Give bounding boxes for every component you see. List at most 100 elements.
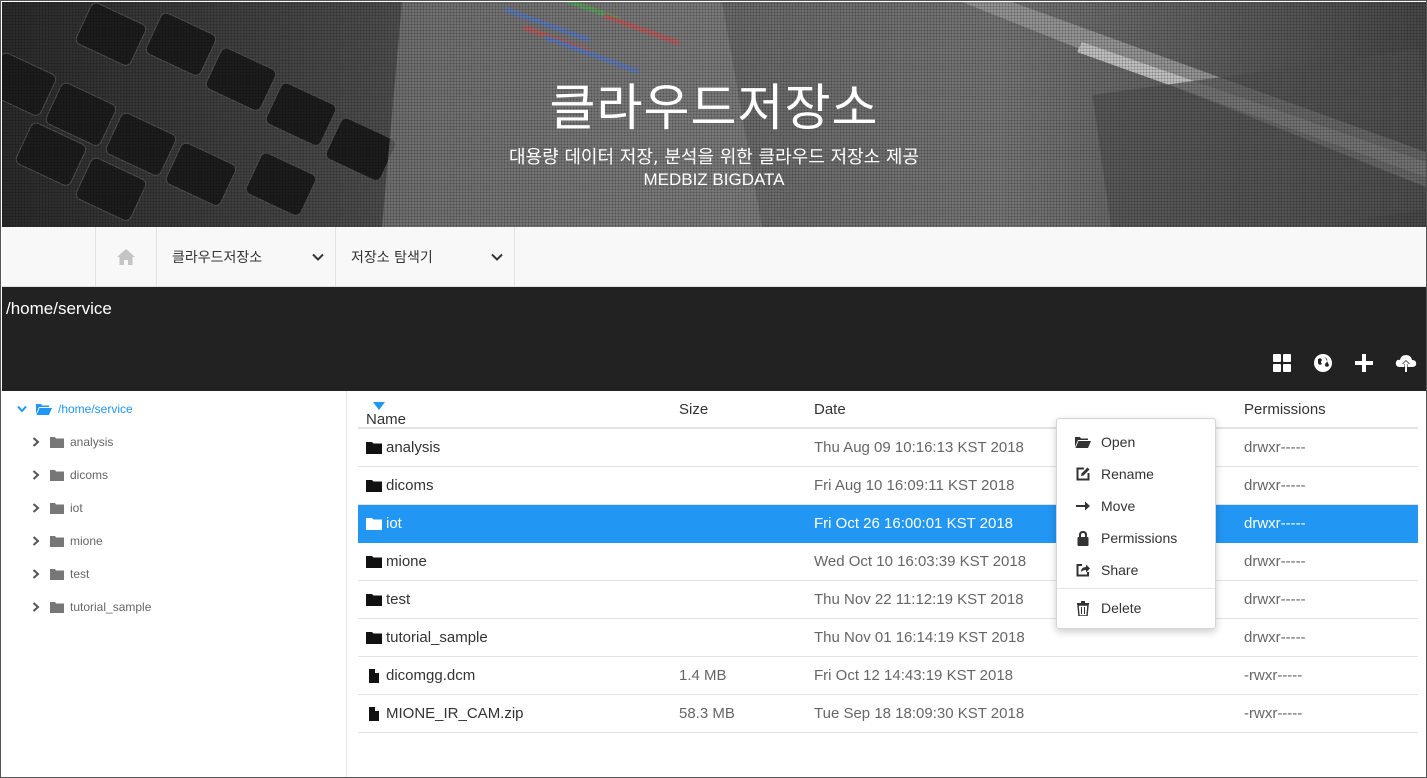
context-menu-permissions[interactable]: Permissions [1057,525,1215,551]
context-menu: Open Rename Move Permissions Share Delet… [1056,418,1216,629]
context-menu-open[interactable]: Open [1057,429,1215,455]
folder-icon [50,469,64,481]
file-name: MIONE_IR_CAM.zip [386,705,524,722]
table-row[interactable]: dicoms Fri Aug 10 16:09:11 KST 2018 drwx… [358,467,1418,505]
folder-icon [50,502,64,514]
file-permissions: -rwxr----- [1244,667,1303,684]
file-date: Fri Aug 10 16:09:11 KST 2018 [814,477,1015,494]
folder-icon [50,568,64,580]
grid-view-icon[interactable] [1270,351,1294,375]
file-size: 1.4 MB [679,667,727,684]
app-frame: 클라우드저장소 대용량 데이터 저장, 분석을 위한 클라우드 저장소 제공 M… [0,0,1427,778]
storage-explorer-dropdown-label: 저장소 탐색기 [351,250,433,266]
share-icon [1075,563,1091,577]
globe-icon[interactable] [1311,351,1335,375]
file-date: Fri Oct 12 14:43:19 KST 2018 [814,667,1014,684]
chevron-right-icon[interactable] [28,437,44,447]
chevron-right-icon[interactable] [28,569,44,579]
table-row-selected[interactable]: iot Fri Oct 26 16:00:01 KST 2018 drwxr--… [358,505,1418,543]
file-date: Thu Nov 01 16:14:19 KST 2018 [814,629,1025,646]
folder-icon [50,436,64,448]
folder-icon [366,555,382,568]
sort-desc-icon [373,402,385,410]
context-menu-rename[interactable]: Rename [1057,461,1215,487]
size-column-header[interactable]: Size [679,401,708,418]
tree-item-label: analysis [70,435,114,449]
folder-icon [366,441,382,454]
tree-item-label: mione [70,534,103,548]
file-permissions: drwxr----- [1244,591,1306,608]
name-column-label: Name [366,411,407,428]
permissions-column-header[interactable]: Permissions [1244,401,1326,418]
chevron-down-icon[interactable] [14,405,30,413]
path-toolbar: /home/service [2,287,1426,391]
arrow-right-icon [1075,500,1091,512]
tree-item-label: iot [70,501,83,515]
table-row[interactable]: MIONE_IR_CAM.zip 58.3 MB Tue Sep 18 18:0… [358,695,1418,733]
file-permissions: drwxr----- [1244,629,1306,646]
chevron-right-icon[interactable] [28,470,44,480]
table-row[interactable]: analysis Thu Aug 09 10:16:13 KST 2018 dr… [358,429,1418,467]
tree-root-label: /home/service [58,402,133,416]
tree-item-label: test [70,567,90,581]
cloud-storage-dropdown[interactable]: 클라우드저장소 [157,227,336,287]
edit-icon [1075,467,1091,481]
context-menu-label: Move [1101,498,1136,514]
context-menu-share[interactable]: Share [1057,557,1215,583]
home-button[interactable] [95,227,157,287]
file-name: test [386,591,411,608]
table-row[interactable]: test Thu Nov 22 11:12:19 KST 2018 drwxr-… [358,581,1418,619]
file-table: Name Size Date Permissions analysis Thu … [358,391,1418,777]
table-row[interactable]: dicomgg.dcm 1.4 MB Fri Oct 12 14:43:19 K… [358,657,1418,695]
name-column-header[interactable]: Name [366,401,406,428]
context-menu-label: Share [1101,562,1139,578]
file-size: 58.3 MB [679,705,735,722]
table-row[interactable]: mione Wed Oct 10 16:03:39 KST 2018 drwxr… [358,543,1418,581]
folder-icon [366,631,382,644]
context-menu-label: Permissions [1101,530,1178,546]
file-name: iot [386,515,402,532]
tree-item-iot[interactable]: iot [28,498,83,518]
file-name: dicomgg.dcm [386,667,476,684]
chevron-down-icon [312,253,324,261]
chevron-right-icon[interactable] [28,602,44,612]
folder-icon [366,479,382,492]
top-navbar: 클라우드저장소 저장소 탐색기 [2,227,1426,287]
cloud-upload-icon[interactable] [1394,351,1418,375]
chevron-right-icon[interactable] [28,536,44,546]
hero-banner: 클라우드저장소 대용량 데이터 저장, 분석을 위한 클라우드 저장소 제공 M… [2,2,1426,227]
file-date: Tue Sep 18 18:09:30 KST 2018 [814,705,1025,722]
chevron-right-icon[interactable] [28,503,44,513]
banner-title: 클라우드저장소 [549,79,879,137]
banner-brand: MEDBIZ BIGDATA [643,170,785,189]
chevron-down-icon [491,253,503,261]
context-menu-divider [1057,588,1215,589]
file-name: mione [386,553,427,570]
storage-explorer-dropdown[interactable]: 저장소 탐색기 [336,227,515,287]
file-permissions: drwxr----- [1244,477,1306,494]
file-name: tutorial_sample [386,629,488,646]
tree-item-mione[interactable]: mione [28,531,103,551]
file-name: analysis [386,439,441,456]
file-date: Wed Oct 10 16:03:39 KST 2018 [814,553,1027,570]
context-menu-label: Rename [1101,466,1154,482]
folder-tree: /home/service analysis dicoms iot mione … [2,391,347,777]
plus-icon[interactable] [1352,351,1376,375]
tree-item-label: tutorial_sample [70,600,152,614]
tree-item-tutorial-sample[interactable]: tutorial_sample [28,597,151,617]
tree-item-dicoms[interactable]: dicoms [28,465,108,485]
lock-icon [1075,530,1091,546]
context-menu-move[interactable]: Move [1057,493,1215,519]
folder-icon [366,517,382,530]
tree-item-root[interactable]: /home/service [14,399,133,419]
table-row[interactable]: tutorial_sample Thu Nov 01 16:14:19 KST … [358,619,1418,657]
table-header: Name Size Date Permissions [358,391,1418,429]
file-date: Fri Oct 26 16:00:01 KST 2018 [814,515,1014,532]
tree-item-test[interactable]: test [28,564,89,584]
home-icon [117,249,135,265]
cloud-storage-dropdown-label: 클라우드저장소 [172,250,263,266]
folder-icon [50,535,64,547]
tree-item-analysis[interactable]: analysis [28,432,113,452]
context-menu-delete[interactable]: Delete [1057,595,1215,621]
date-column-header[interactable]: Date [814,401,846,418]
